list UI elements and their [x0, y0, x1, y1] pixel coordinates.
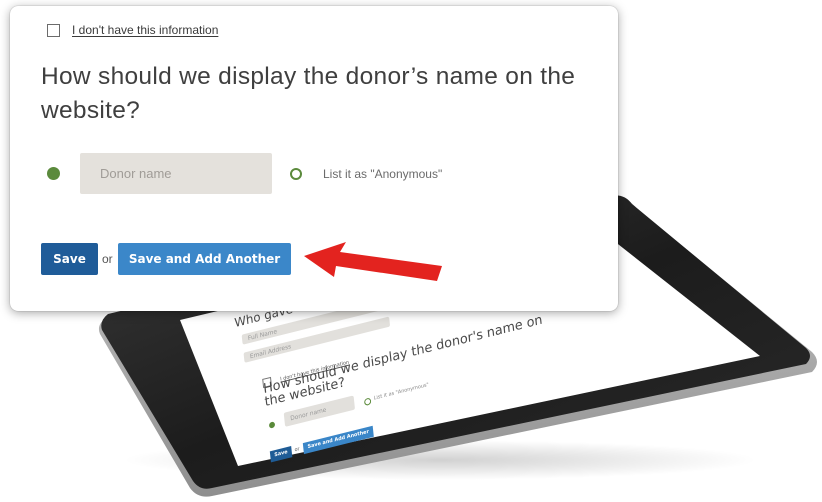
save-and-add-another-button[interactable]: Save and Add Another — [118, 243, 291, 275]
no-info-row: I don't have this information — [47, 23, 218, 37]
donor-name-radio-selected[interactable] — [47, 167, 60, 180]
anonymous-radio[interactable] — [290, 168, 302, 180]
red-arrow-icon — [304, 242, 442, 281]
donor-name-question: How should we display the donor’s name o… — [41, 63, 576, 124]
anonymous-option-label[interactable]: List it as "Anonymous" — [323, 167, 442, 181]
no-info-label[interactable]: I don't have this information — [72, 23, 218, 37]
no-info-checkbox[interactable] — [47, 23, 60, 37]
donor-name-input[interactable] — [80, 153, 272, 194]
save-button[interactable]: Save — [41, 243, 98, 275]
scene: Who gave this Full Name Email Address I … — [0, 0, 822, 502]
or-text: or — [102, 252, 113, 266]
